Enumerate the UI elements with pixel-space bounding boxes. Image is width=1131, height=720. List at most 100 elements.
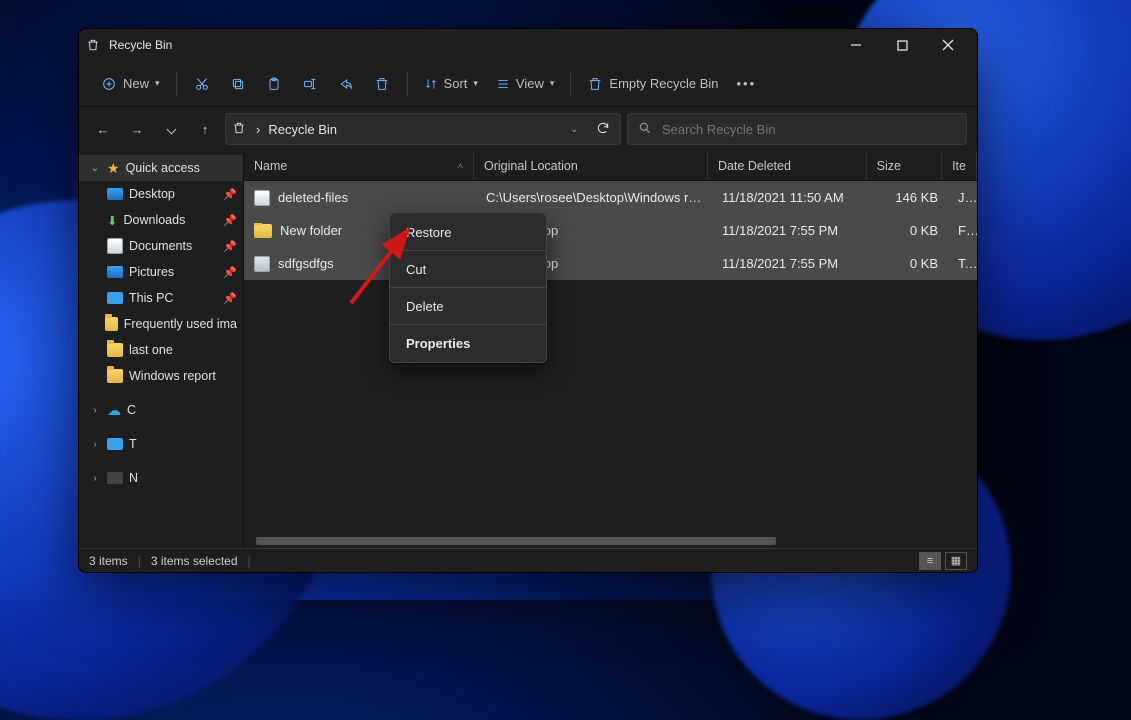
sidebar-item-pictures[interactable]: Pictures 📌	[79, 259, 243, 285]
pin-icon: 📌	[223, 240, 237, 253]
file-icon	[254, 190, 270, 206]
chevron-down-icon[interactable]: ⌄	[570, 124, 578, 135]
horizontal-scrollbar[interactable]	[244, 534, 977, 548]
sidebar-item-label: Quick access	[126, 161, 200, 175]
thumbnails-view-button[interactable]: ▦	[945, 552, 967, 570]
new-label: New	[123, 76, 149, 91]
sidebar-item-label: Windows report	[129, 369, 216, 383]
recycle-bin-icon	[85, 37, 101, 53]
sidebar-item-onedrive[interactable]: ›☁C	[79, 397, 243, 423]
recent-button[interactable]	[157, 115, 185, 143]
chevron-down-icon: ⌄	[89, 163, 101, 174]
ctx-restore[interactable]: Restore	[390, 217, 546, 247]
share-button[interactable]	[329, 67, 363, 101]
sidebar-item-label: T	[129, 437, 137, 451]
refresh-button[interactable]	[596, 121, 610, 138]
table-row[interactable]: New folder see\Desktop 11/18/2021 7:55 P…	[244, 214, 977, 247]
cell-type: Fil	[948, 223, 977, 238]
table-row[interactable]: deleted-files C:\Users\rosee\Desktop\Win…	[244, 181, 977, 214]
cell-size: 146 KB	[872, 190, 948, 205]
ctx-properties[interactable]: Properties	[390, 328, 546, 358]
col-name[interactable]: Name˄	[244, 151, 474, 180]
sidebar-item-folder[interactable]: last one	[79, 337, 243, 363]
sidebar: ⌄ ★ Quick access Desktop📌 ⬇Downloads📌 Do…	[79, 151, 244, 548]
pin-icon: 📌	[223, 214, 237, 227]
pin-icon: 📌	[223, 266, 237, 279]
cell-name: sdfgsdfgs	[278, 256, 334, 271]
cell-date: 11/18/2021 11:50 AM	[712, 190, 872, 205]
sidebar-item-label: Desktop	[129, 187, 175, 201]
copy-button[interactable]	[221, 67, 255, 101]
pc-icon	[107, 292, 123, 304]
address-bar[interactable]: › Recycle Bin ⌄	[225, 113, 621, 145]
status-items: 3 items	[89, 554, 128, 568]
chevron-down-icon: ▾	[550, 78, 555, 89]
back-button[interactable]: ←	[89, 115, 117, 143]
sort-button[interactable]: Sort ▾	[416, 67, 486, 101]
toolbar: New ▾ Sort ▾ View ▾ Empty Recycle Bin ••…	[79, 61, 977, 107]
chevron-down-icon: ▾	[155, 78, 160, 89]
col-type[interactable]: Ite	[942, 151, 977, 180]
cell-date: 11/18/2021 7:55 PM	[712, 223, 872, 238]
sidebar-item-label: Pictures	[129, 265, 174, 279]
breadcrumb[interactable]: Recycle Bin	[268, 122, 337, 137]
cell-size: 0 KB	[872, 256, 948, 271]
sidebar-item-drive[interactable]: ›T	[79, 431, 243, 457]
sidebar-item-label: Documents	[129, 239, 192, 253]
col-location[interactable]: Original Location	[474, 151, 708, 180]
table-row[interactable]: sdfgsdfgs see\Desktop 11/18/2021 7:55 PM…	[244, 247, 977, 280]
chevron-right-icon: ›	[89, 405, 101, 416]
maximize-button[interactable]	[879, 29, 925, 61]
cut-button[interactable]	[185, 67, 219, 101]
chevron-right-icon: ›	[89, 473, 101, 484]
col-size[interactable]: Size	[867, 151, 942, 180]
view-button[interactable]: View ▾	[488, 67, 562, 101]
close-button[interactable]	[925, 29, 971, 61]
context-menu: Restore Cut Delete Properties	[389, 212, 547, 363]
rename-button[interactable]	[293, 67, 327, 101]
file-icon	[254, 256, 270, 272]
sidebar-item-label: N	[129, 471, 138, 485]
pictures-icon	[107, 266, 123, 278]
sidebar-item-quick-access[interactable]: ⌄ ★ Quick access	[79, 155, 243, 181]
chevron-right-icon: ›	[89, 439, 101, 450]
up-button[interactable]: ↑	[191, 115, 219, 143]
ctx-delete[interactable]: Delete	[390, 291, 546, 321]
minimize-button[interactable]	[833, 29, 879, 61]
details-view-button[interactable]: ≡	[919, 552, 941, 570]
sidebar-item-documents[interactable]: Documents 📌	[79, 233, 243, 259]
sidebar-item-label: Downloads	[123, 213, 185, 227]
sort-label: Sort	[444, 76, 468, 91]
sidebar-item-folder[interactable]: Frequently used ima	[79, 311, 243, 337]
view-label: View	[516, 76, 544, 91]
sidebar-item-label: Frequently used ima	[124, 317, 237, 331]
sidebar-item-this-pc[interactable]: This PC📌	[79, 285, 243, 311]
empty-recycle-bin-button[interactable]: Empty Recycle Bin	[579, 67, 726, 101]
ctx-cut[interactable]: Cut	[390, 254, 546, 284]
recycle-bin-icon	[232, 121, 248, 137]
folder-icon	[254, 224, 272, 238]
sidebar-item-downloads[interactable]: ⬇ Downloads 📌	[79, 207, 243, 233]
breadcrumb-sep: ›	[256, 122, 260, 137]
cell-type: Te	[948, 256, 977, 271]
sidebar-item-folder[interactable]: Windows report	[79, 363, 243, 389]
cell-name: deleted-files	[278, 190, 348, 205]
sort-indicator-icon: ˄	[458, 161, 463, 171]
titlebar: Recycle Bin	[79, 29, 977, 61]
sidebar-item-desktop[interactable]: Desktop📌	[79, 181, 243, 207]
download-icon: ⬇	[107, 213, 117, 228]
window-title: Recycle Bin	[109, 38, 833, 52]
search-input[interactable]	[662, 122, 956, 137]
status-bar: 3 items | 3 items selected | ≡ ▦	[79, 548, 977, 572]
desktop-icon	[107, 188, 123, 200]
new-button[interactable]: New ▾	[93, 67, 168, 101]
search-box[interactable]	[627, 113, 967, 145]
delete-button[interactable]	[365, 67, 399, 101]
empty-label: Empty Recycle Bin	[609, 76, 718, 91]
more-button[interactable]: •••	[729, 67, 765, 101]
forward-button[interactable]: →	[123, 115, 151, 143]
sidebar-item-network[interactable]: ›N	[79, 465, 243, 491]
col-date[interactable]: Date Deleted	[708, 151, 867, 180]
paste-button[interactable]	[257, 67, 291, 101]
pc-icon	[107, 438, 123, 450]
